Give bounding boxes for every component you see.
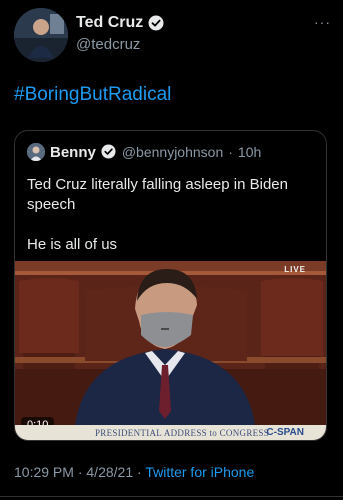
tweet-meta: 10:29 PM · 4/28/21 · Twitter for iPhone — [14, 464, 254, 480]
divider — [0, 496, 343, 497]
video-player[interactable]: LIVE 0:10 PRESIDENTIAL ADDRESS to CONGRE… — [15, 261, 326, 440]
quoted-separator: · — [228, 144, 233, 160]
network-logo: C-SPAN — [266, 427, 304, 438]
tweet-time[interactable]: 10:29 PM — [14, 464, 74, 480]
quoted-text-line-1: Ted Cruz literally falling asleep in Bid… — [27, 176, 288, 213]
avatar-photo — [14, 8, 68, 62]
quoted-tweet-text: Ted Cruz literally falling asleep in Bid… — [27, 175, 317, 255]
quoted-tweet-card[interactable]: Benny @bennyjohnson · 10h Ted Cruz liter… — [14, 130, 327, 441]
quoted-tweet-header: Benny @bennyjohnson · 10h — [27, 143, 261, 161]
quoted-timestamp: 10h — [237, 144, 262, 160]
author-avatar[interactable] — [14, 8, 68, 62]
meta-separator-2: · — [133, 464, 146, 480]
hashtag-link[interactable]: #BoringButRadical — [14, 84, 171, 106]
live-badge: LIVE — [284, 265, 306, 274]
meta-separator-1: · — [73, 464, 87, 480]
author-info: Ted Cruz @tedcruz — [76, 14, 164, 53]
author-display-name[interactable]: Ted Cruz — [76, 14, 143, 32]
quoted-author-name: Benny — [50, 143, 96, 161]
more-options-button[interactable]: ··· — [314, 14, 331, 30]
broadcast-chyron: PRESIDENTIAL ADDRESS to CONGRESS C-SPAN — [15, 425, 326, 440]
tweet-date[interactable]: 4/28/21 — [86, 464, 133, 480]
chyron-text: PRESIDENTIAL ADDRESS to CONGRESS — [95, 428, 270, 438]
tweet-source-link[interactable]: Twitter for iPhone — [145, 464, 254, 480]
tweet-header: Ted Cruz @tedcruz ··· — [14, 8, 333, 64]
video-frame — [15, 261, 326, 425]
quoted-author-handle: @bennyjohnson — [121, 144, 224, 160]
verified-badge-icon — [148, 15, 164, 31]
quoted-text-line-2: He is all of us — [27, 236, 118, 253]
quoted-author-avatar — [27, 143, 45, 161]
author-handle[interactable]: @tedcruz — [76, 36, 164, 53]
quoted-verified-badge-icon — [101, 144, 117, 160]
